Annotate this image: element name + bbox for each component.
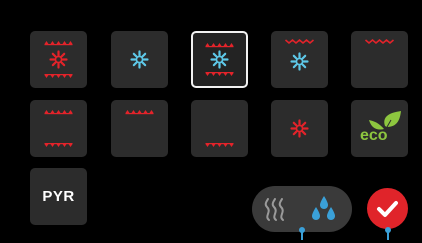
top-heat-icon xyxy=(125,110,154,115)
grill-fan-icon xyxy=(284,38,315,71)
mode-grill-fan-button[interactable] xyxy=(271,31,328,88)
bottom-heat-icon xyxy=(205,143,234,147)
mode-pyrolysis-button[interactable]: PYR xyxy=(30,168,87,225)
mode-top-bottom-heat-button[interactable] xyxy=(30,100,87,157)
top-bottom-fan-icon xyxy=(205,43,234,76)
mode-grill-button[interactable] xyxy=(351,31,408,88)
grill-icon xyxy=(364,38,395,45)
mode-top-bottom-fan-selected-button[interactable] xyxy=(191,31,248,88)
confirm-button[interactable] xyxy=(367,188,408,229)
top-bottom-fan-icon xyxy=(44,41,73,78)
checkmark-icon xyxy=(377,201,398,217)
mode-top-bottom-fan-button[interactable] xyxy=(30,31,87,88)
steam-indicator-dot xyxy=(299,227,305,233)
eco-label: eco xyxy=(360,127,388,144)
oven-mode-screen: eco PYR xyxy=(3,3,419,240)
ring-heat-icon xyxy=(290,119,309,138)
mode-top-heat-button[interactable] xyxy=(111,100,168,157)
steam-toggle-button[interactable] xyxy=(252,186,352,232)
mode-bottom-heat-button[interactable] xyxy=(191,100,248,157)
confirm-indicator-dot xyxy=(385,227,391,233)
mode-eco-button[interactable]: eco xyxy=(351,100,408,157)
mode-fan-button[interactable] xyxy=(111,31,168,88)
water-drops-icon xyxy=(312,196,335,220)
pyr-label: PYR xyxy=(42,188,75,205)
top-bottom-heat-icon xyxy=(44,110,73,147)
mode-ring-heat-button[interactable] xyxy=(271,100,328,157)
fan-icon xyxy=(130,50,149,69)
